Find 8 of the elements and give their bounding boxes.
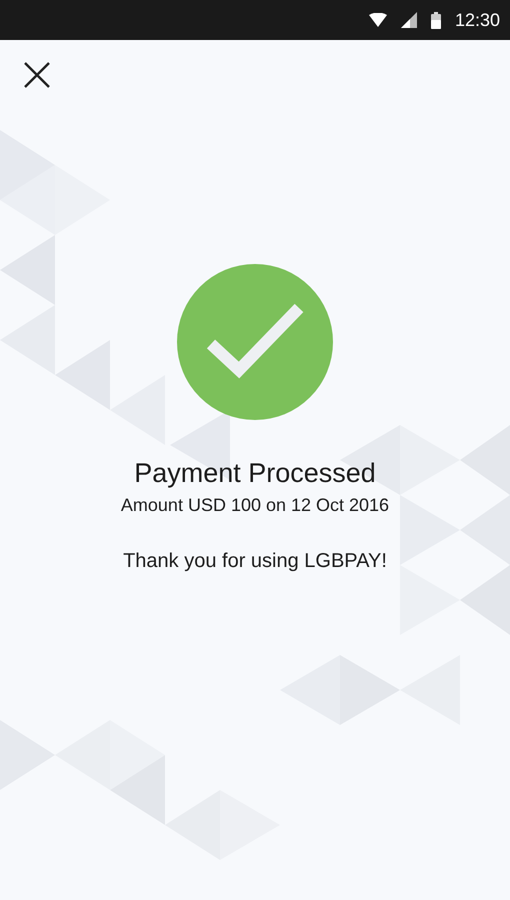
- battery-icon: [430, 12, 441, 28]
- close-icon[interactable]: [22, 60, 52, 90]
- result-title: Payment Processed: [134, 458, 376, 489]
- payment-details: Amount USD 100 on 12 Oct 2016: [120, 495, 390, 516]
- signal-icon: [400, 12, 417, 28]
- wifi-icon: [368, 13, 387, 27]
- status-time: 12:30: [454, 10, 500, 30]
- thank-you-message: Thank you for using LGBPAY!: [123, 550, 387, 573]
